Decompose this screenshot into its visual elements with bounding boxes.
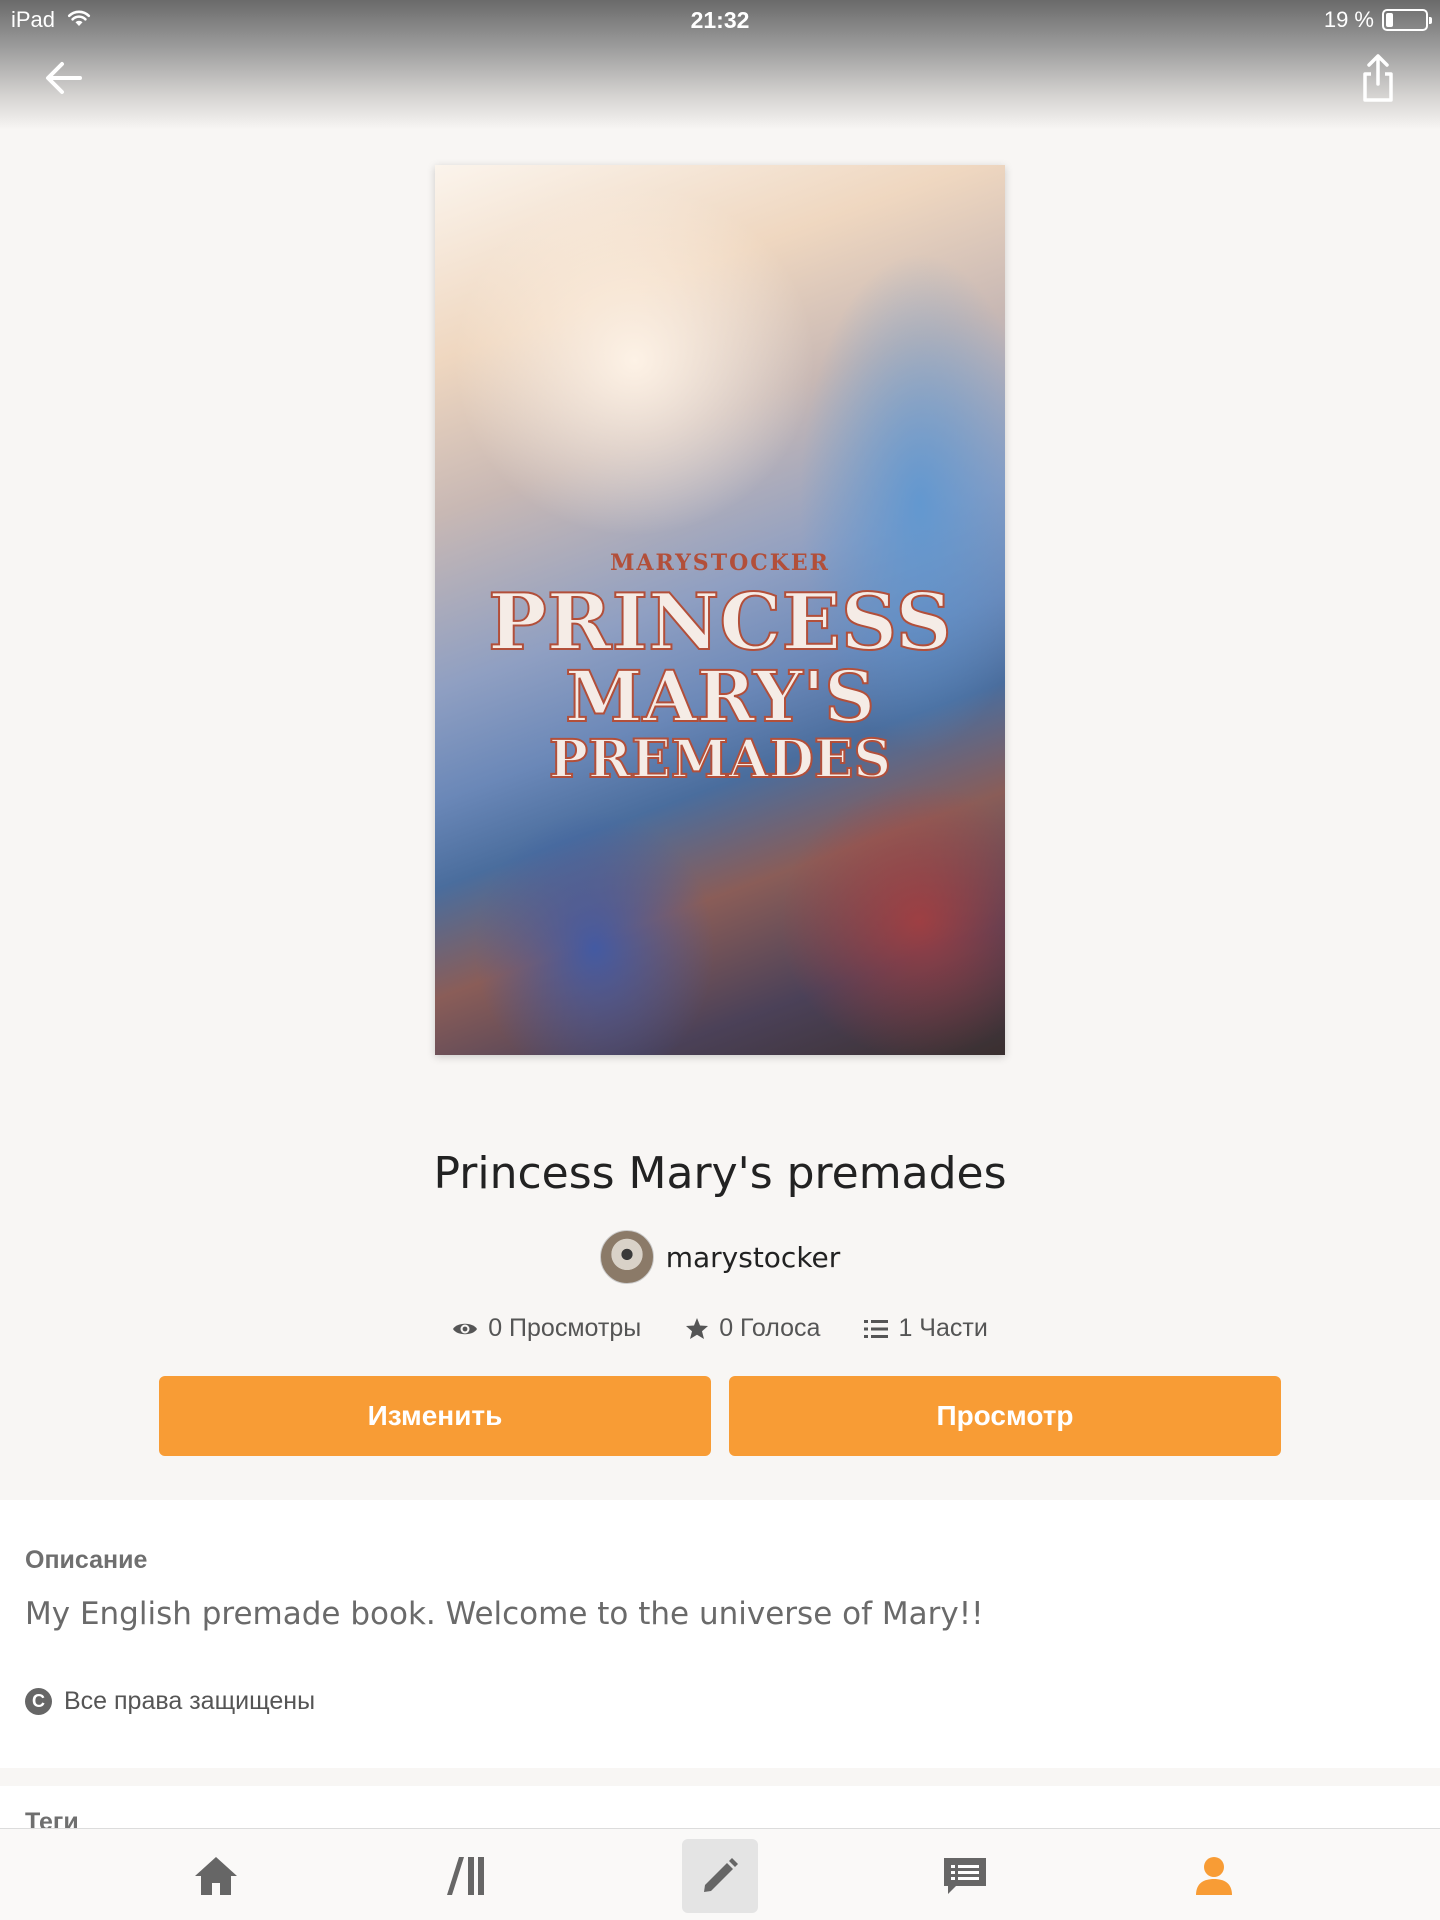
author-name: marystocker (665, 1240, 841, 1274)
views-stat: 0 Просмотры (452, 1314, 641, 1343)
views-count: 0 Просмотры (488, 1314, 642, 1342)
cover-title-line-3: PREMADES (548, 729, 892, 790)
share-icon (1363, 54, 1393, 102)
preview-button[interactable]: Просмотр (729, 1376, 1281, 1456)
arrow-left-icon (46, 62, 82, 94)
stats-row: 0 Просмотры 0 Голоса 1 Части (0, 1314, 1440, 1343)
cover-title-line-2: MARY'S (564, 655, 876, 738)
description-card: Описание My English premade book. Welcom… (0, 1500, 1440, 1768)
home-icon (195, 1857, 237, 1895)
status-right: 19 % (1323, 7, 1432, 33)
share-button[interactable] (1352, 50, 1404, 106)
top-header: iPad 21:32 19 % (0, 0, 1440, 130)
messages-icon (944, 1858, 986, 1894)
tab-write[interactable] (682, 1839, 758, 1913)
library-icon (447, 1857, 484, 1895)
votes-stat: 0 Голоса (685, 1314, 820, 1343)
book-title: Princess Mary's premades (433, 1148, 1007, 1199)
tab-messages[interactable] (927, 1839, 1003, 1913)
book-cover[interactable]: MARYSTOCKER PRINCESS MARY'S PREMADES (435, 165, 1005, 1055)
tab-profile[interactable] (1176, 1839, 1252, 1913)
write-icon (704, 1858, 738, 1892)
votes-count: 0 Голоса (719, 1314, 821, 1342)
parts-count: 1 Части (898, 1314, 988, 1342)
avatar (599, 1230, 654, 1284)
profile-icon (1196, 1857, 1232, 1895)
copyright-icon: C (25, 1688, 52, 1715)
parts-stat: 1 Части (864, 1314, 988, 1343)
list-icon (864, 1319, 889, 1338)
battery-level (1386, 13, 1393, 27)
description-heading: Описание (25, 1546, 148, 1574)
eye-icon (453, 1323, 478, 1334)
battery-percent: 19 % (1323, 7, 1374, 32)
cover-author: MARYSTOCKER (610, 550, 830, 576)
tab-home[interactable] (178, 1839, 254, 1913)
status-bar: iPad 21:32 19 % (0, 0, 1440, 40)
star-icon (686, 1318, 709, 1339)
cover-title-line-1: PRINCESS (487, 577, 953, 668)
bottom-tab-bar (0, 1828, 1440, 1920)
description-text: My English premade book. Welcome to the … (25, 1596, 984, 1632)
battery-icon (1382, 9, 1432, 31)
edit-button[interactable]: Изменить (159, 1376, 711, 1456)
status-time: 21:32 (690, 7, 750, 33)
copyright-text: Все права защищены (64, 1687, 316, 1715)
copyright-row: C Все права защищены (25, 1687, 315, 1716)
author-link[interactable]: marystocker (0, 1230, 1440, 1284)
back-button[interactable] (40, 52, 92, 104)
tab-library[interactable] (428, 1839, 504, 1913)
cover-text: MARYSTOCKER PRINCESS MARY'S PREMADES (435, 550, 1005, 790)
